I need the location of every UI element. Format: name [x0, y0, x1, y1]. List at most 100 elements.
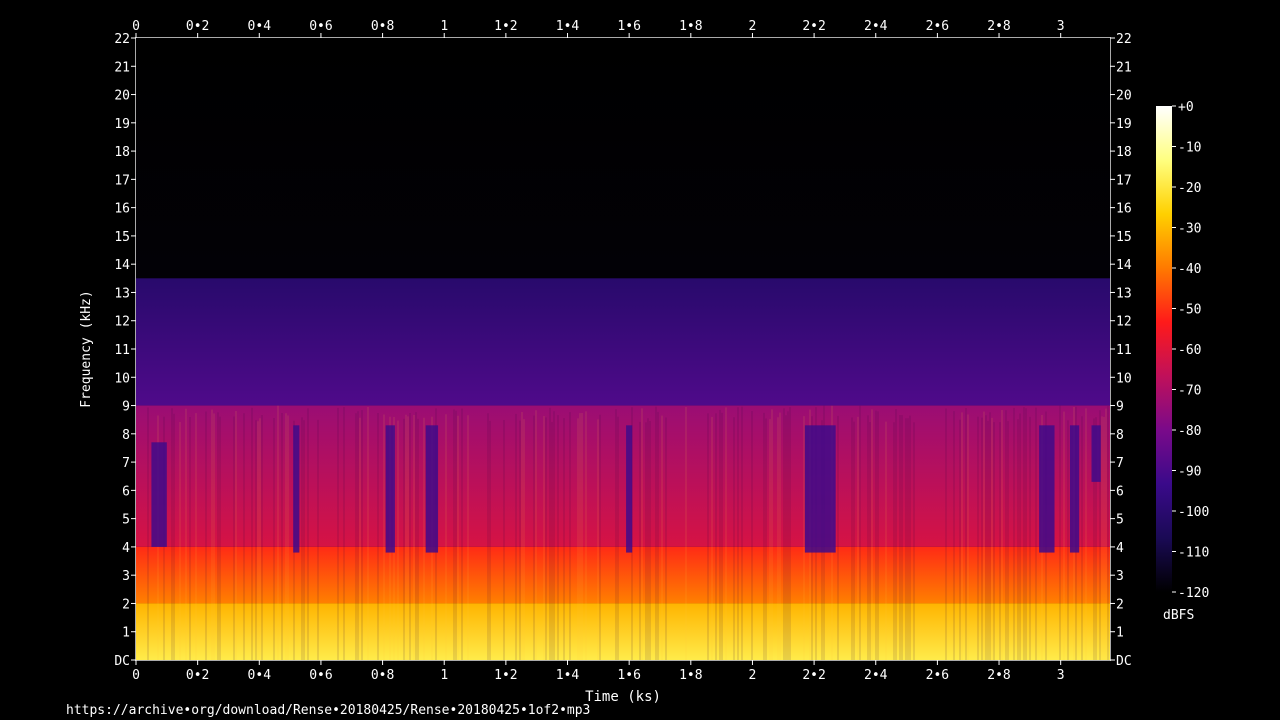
x-tick-label-top: 0•4	[248, 19, 272, 34]
y-tick-label-right: 10	[1116, 371, 1132, 386]
x-tick-label: 0•4	[248, 668, 272, 683]
y-tick-label-right: 9	[1116, 400, 1124, 415]
y-tick-label-right: 13	[1116, 286, 1132, 301]
y-tick-label-right: 12	[1116, 315, 1132, 330]
y-tick-label: 3	[122, 569, 130, 584]
spectrogram-dropout	[1039, 425, 1055, 553]
spectrogram-dropout	[1091, 425, 1101, 482]
spectrogram-plot-area	[136, 38, 1110, 660]
y-axis-label: Frequency (kHz)	[79, 290, 94, 407]
x-tick-label-top: 2	[749, 19, 757, 34]
colorbar-ticks: +0 -10 -20 -30 -40 -50 -60 -70 -80 -90 -100 -110 -12…	[1172, 100, 1209, 601]
spectrogram-dropout	[626, 425, 633, 553]
y-tick-label-right: 15	[1116, 230, 1132, 245]
y-tick-label-right: 1	[1116, 626, 1124, 641]
spectrogram-dropout	[385, 425, 395, 553]
x-tick-label: 1•6	[617, 668, 640, 683]
x-tick-label-top: 2•8	[987, 19, 1010, 34]
y-tick-label: 20	[114, 89, 130, 104]
x-tick-label-top: 2•6	[926, 19, 949, 34]
y-tick-label: 10	[114, 371, 130, 386]
x-tick-label: 0	[132, 668, 140, 683]
spectrogram-dropout	[425, 425, 439, 553]
x-tick-label-top: 3	[1057, 19, 1065, 34]
x-tick-label-top: 2•4	[864, 19, 888, 34]
y-tick-label-right: 21	[1116, 60, 1132, 75]
y-tick-label-right: 11	[1116, 343, 1132, 358]
y-tick-label-right: 5	[1116, 513, 1124, 528]
colorbar-unit-label: dBFS	[1163, 608, 1194, 623]
colorbar-tick-label: -60	[1178, 343, 1201, 358]
y-tick-label: 11	[114, 343, 130, 358]
x-tick-label: 1•2	[494, 668, 517, 683]
x-tick-label-top: 1	[440, 19, 448, 34]
y-tick-label-right: 22	[1116, 32, 1132, 47]
x-tick-label: 1•4	[556, 668, 580, 683]
spectrogram-dropout	[293, 425, 300, 553]
y-tick-label-right: 17	[1116, 173, 1132, 188]
y-tick-label: 19	[114, 117, 130, 132]
y-tick-label-right: 3	[1116, 569, 1124, 584]
y-tick-label: 9	[122, 400, 130, 415]
y-tick-label: 15	[114, 230, 130, 245]
colorbar-tick-label: -20	[1178, 181, 1201, 196]
colorbar-tick-label: -80	[1178, 424, 1201, 439]
y-tick-label: 17	[114, 173, 130, 188]
y-tick-label: 6	[122, 484, 130, 499]
x-axis-label: Time (ks)	[585, 689, 661, 705]
y-tick-label: 22	[114, 32, 130, 47]
spectrogram-dropout	[151, 442, 167, 547]
y-tick-label-right: 7	[1116, 456, 1124, 471]
y-tick-label-right: 20	[1116, 89, 1132, 104]
y-tick-label-right: 4	[1116, 541, 1124, 556]
spectrogram-band	[136, 278, 1110, 406]
x-tick-label-top: 0•2	[186, 19, 209, 34]
x-tick-label: 0•8	[371, 668, 394, 683]
colorbar-tick-label: +0	[1178, 100, 1194, 115]
y-tick-label-right: 18	[1116, 145, 1132, 160]
x-tick-label-top: 1•4	[556, 19, 580, 34]
spectrogram-dropout	[804, 425, 836, 553]
y-tick-label: 7	[122, 456, 130, 471]
x-tick-label-top: 1•8	[679, 19, 702, 34]
x-tick-label: 2•8	[987, 668, 1010, 683]
y-tick-label: 16	[114, 202, 130, 217]
x-tick-label: 2•4	[864, 668, 888, 683]
x-tick-label-top: 0•6	[309, 19, 332, 34]
colorbar-tick-label: -30	[1178, 222, 1201, 237]
y-tick-label: 1	[122, 626, 130, 641]
x-tick-label: 1•8	[679, 668, 702, 683]
y-tick-label: 13	[114, 286, 130, 301]
colorbar-tick-label: -100	[1178, 505, 1209, 520]
y-tick-label: 5	[122, 513, 130, 528]
x-tick-label: 0•2	[186, 668, 209, 683]
y-tick-label: 8	[122, 428, 130, 443]
x-tick-label: 2	[749, 668, 757, 683]
y-tick-label: 21	[114, 60, 130, 75]
x-tick-label: 3	[1057, 668, 1065, 683]
spectrogram-band	[136, 38, 1110, 279]
y-tick-label-right: 2	[1116, 597, 1124, 612]
spectrogram-figure: 000•20•20•40•40•60•60•80•8111•21•21•41•4…	[79, 19, 1209, 705]
colorbar-tick-label: -10	[1178, 141, 1201, 156]
y-tick-label: 12	[114, 315, 130, 330]
x-tick-label-top: 2•2	[802, 19, 825, 34]
colorbar-gradient	[1156, 106, 1172, 592]
colorbar-legend: +0 -10 -20 -30 -40 -50 -60 -70 -80 -90 -100 -110 -12…	[1156, 100, 1209, 623]
x-tick-label-top: 1•6	[617, 19, 640, 34]
source-url-text: https://archive•org/download/Rense•20180…	[66, 703, 591, 718]
y-tick-label-right: 6	[1116, 484, 1124, 499]
y-tick-label: 2	[122, 597, 130, 612]
x-tick-label-top: 0	[132, 19, 140, 34]
colorbar-tick-label: -90	[1178, 465, 1201, 480]
y-tick-label: DC	[114, 654, 130, 669]
y-tick-label-right: 16	[1116, 202, 1132, 217]
x-tick-label: 2•6	[926, 668, 949, 683]
y-tick-label-right: 8	[1116, 428, 1124, 443]
x-tick-label: 0•6	[309, 668, 332, 683]
y-tick-label: 18	[114, 145, 130, 160]
spectrogram-dropout	[1069, 425, 1080, 553]
colorbar-tick-label: -120	[1178, 586, 1209, 601]
x-tick-label-top: 0•8	[371, 19, 394, 34]
y-tick-label-right: 19	[1116, 117, 1132, 132]
